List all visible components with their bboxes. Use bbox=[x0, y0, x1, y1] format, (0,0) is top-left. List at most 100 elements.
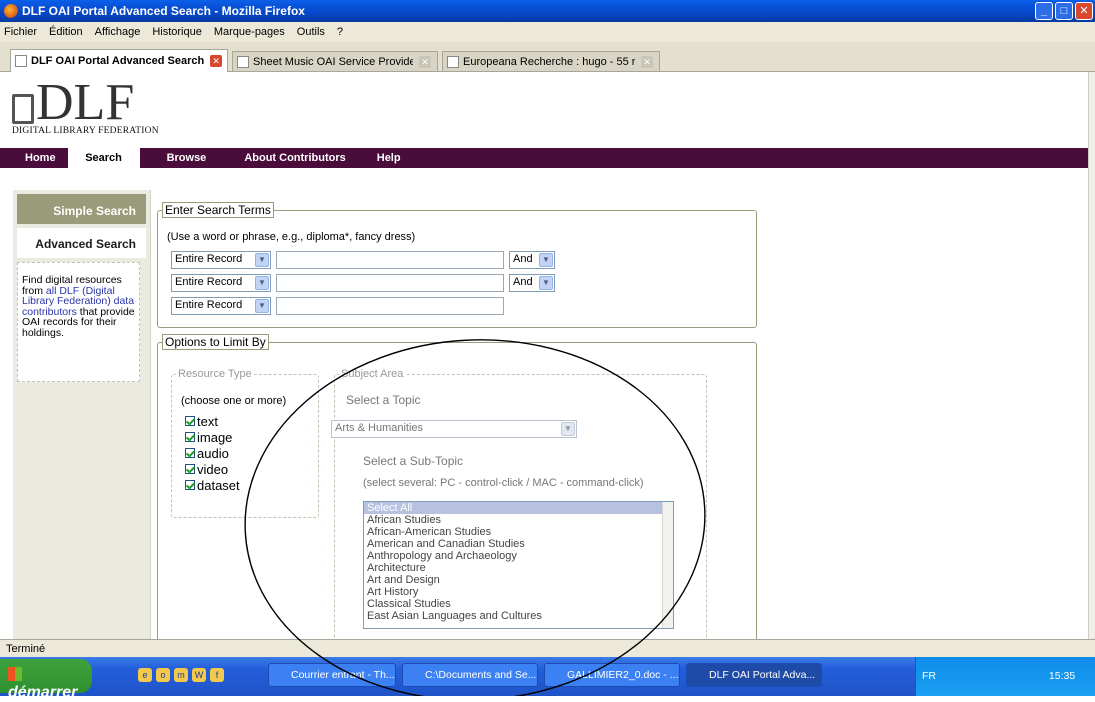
checkbox-icon bbox=[185, 464, 195, 474]
window-title: DLF OAI Portal Advanced Search - Mozilla… bbox=[22, 4, 305, 18]
nav-help[interactable]: Help bbox=[365, 148, 413, 168]
chevron-down-icon: ▼ bbox=[539, 253, 553, 267]
search-input-3[interactable] bbox=[276, 297, 504, 315]
word-icon[interactable]: W bbox=[192, 668, 206, 682]
topic-select[interactable]: Arts & Humanities ▼ bbox=[331, 420, 577, 438]
menu-help[interactable]: ? bbox=[337, 26, 343, 38]
checkbox-label: video bbox=[197, 462, 229, 477]
select-value: Arts & Humanities bbox=[335, 422, 424, 434]
checkbox-text[interactable]: text bbox=[185, 414, 240, 430]
clock: 15:35 bbox=[1048, 670, 1076, 682]
advanced-search-tab[interactable]: Advanced Search bbox=[17, 228, 146, 258]
checkbox-dataset[interactable]: dataset bbox=[185, 478, 240, 494]
ie-icon[interactable]: e bbox=[138, 668, 152, 682]
checkbox-icon bbox=[185, 448, 195, 458]
nav-about-contributors[interactable]: About Contributors bbox=[232, 148, 357, 168]
chevron-down-icon: ▼ bbox=[561, 422, 575, 436]
chevron-down-icon: ▼ bbox=[255, 276, 269, 290]
taskbar-button-mail[interactable]: Courrier entrant - Th... bbox=[268, 663, 396, 687]
page-icon bbox=[237, 55, 249, 68]
field-select-2[interactable]: Entire Record ▼ bbox=[171, 274, 271, 292]
close-tab-icon[interactable]: ✕ bbox=[419, 55, 431, 68]
resource-hint: (choose one or more) bbox=[181, 395, 287, 407]
outlook-icon[interactable]: o bbox=[156, 668, 170, 682]
checkbox-icon bbox=[185, 416, 195, 426]
checkbox-icon bbox=[185, 480, 195, 490]
status-text: Terminé bbox=[6, 643, 46, 655]
logo-subtitle: DIGITAL LIBRARY FEDERATION bbox=[12, 126, 159, 136]
select-value: Entire Record bbox=[175, 299, 243, 311]
search-input-1[interactable] bbox=[276, 251, 504, 269]
taskbar-button-explorer[interactable]: C:\Documents and Se... bbox=[402, 663, 538, 687]
list-item[interactable]: Architecture bbox=[364, 562, 673, 574]
menu-fichier[interactable]: Fichier bbox=[4, 26, 37, 38]
checkbox-video[interactable]: video bbox=[185, 462, 240, 478]
listbox-scrollbar[interactable] bbox=[662, 502, 673, 628]
language-indicator[interactable]: FR bbox=[922, 670, 936, 682]
taskbar-button-firefox[interactable]: DLF OAI Portal Adva... bbox=[686, 663, 822, 687]
list-item[interactable]: Anthropology and Archaeology bbox=[364, 550, 673, 562]
select-value: And bbox=[513, 276, 533, 288]
select-value: And bbox=[513, 253, 533, 265]
close-button[interactable]: ✕ bbox=[1075, 2, 1093, 20]
advanced-search-form: Enter Search Terms (Use a word or phrase… bbox=[150, 190, 768, 639]
menu-marque-pages[interactable]: Marque-pages bbox=[214, 26, 285, 38]
list-item[interactable]: African Studies bbox=[364, 514, 673, 526]
subtopic-label: Select a Sub-Topic bbox=[363, 454, 464, 468]
start-button[interactable]: démarrer bbox=[0, 659, 92, 701]
status-bar: Terminé bbox=[0, 639, 1095, 657]
list-item[interactable]: African-American Studies bbox=[364, 526, 673, 538]
subtopic-listbox[interactable]: Select All African Studies African-Ameri… bbox=[363, 501, 674, 629]
select-value: Entire Record bbox=[175, 276, 243, 288]
menu-affichage[interactable]: Affichage bbox=[95, 26, 141, 38]
nav-browse[interactable]: Browse bbox=[155, 148, 219, 168]
list-item[interactable]: Select All bbox=[364, 502, 673, 514]
menu-outils[interactable]: Outils bbox=[297, 26, 325, 38]
nav-search[interactable]: Search bbox=[67, 148, 140, 168]
menu-historique[interactable]: Historique bbox=[152, 26, 202, 38]
chevron-down-icon: ▼ bbox=[255, 253, 269, 267]
list-item[interactable]: Classical Studies bbox=[364, 598, 673, 610]
taskbar: démarrer e o m W f Courrier entrant - Th… bbox=[0, 657, 1095, 701]
firefox-quick-icon[interactable]: f bbox=[210, 668, 224, 682]
checkbox-image[interactable]: image bbox=[185, 430, 240, 446]
tab-label: Europeana Recherche : hugo - 55 résu... bbox=[463, 55, 635, 68]
list-item[interactable]: East Asian Languages and Cultures bbox=[364, 610, 673, 622]
checkbox-label: text bbox=[197, 414, 218, 429]
select-value: Entire Record bbox=[175, 253, 243, 265]
close-tab-icon[interactable]: ✕ bbox=[210, 55, 223, 67]
field-select-3[interactable]: Entire Record ▼ bbox=[171, 297, 271, 315]
bool-select-1[interactable]: And ▼ bbox=[509, 251, 555, 269]
tab-label: DLF OAI Portal Advanced Search bbox=[31, 55, 205, 67]
menu-edition[interactable]: Édition bbox=[49, 26, 83, 38]
nav-home[interactable]: Home bbox=[13, 148, 68, 168]
search-input-2[interactable] bbox=[276, 274, 504, 292]
chevron-down-icon: ▼ bbox=[539, 276, 553, 290]
list-item[interactable]: American and Canadian Studies bbox=[364, 538, 673, 550]
start-label: démarrer bbox=[8, 684, 78, 701]
tab-dlf-search[interactable]: DLF OAI Portal Advanced Search ✕ bbox=[10, 49, 228, 72]
tab-europeana[interactable]: Europeana Recherche : hugo - 55 résu... … bbox=[442, 51, 660, 71]
field-select-1[interactable]: Entire Record ▼ bbox=[171, 251, 271, 269]
column-logo-icon bbox=[12, 94, 34, 124]
europeana-icon bbox=[447, 55, 459, 68]
dlf-logo[interactable]: DLF DIGITAL LIBRARY FEDERATION bbox=[12, 77, 159, 136]
taskbar-button-word[interactable]: GALLIMIER2_0.doc - ... bbox=[544, 663, 680, 687]
search-hint: (Use a word or phrase, e.g., diploma*, f… bbox=[167, 231, 416, 243]
tab-sheet-music[interactable]: Sheet Music OAI Service Provider - Ad...… bbox=[232, 51, 438, 71]
checkbox-icon bbox=[185, 432, 195, 442]
close-tab-icon[interactable]: ✕ bbox=[641, 55, 653, 68]
maximize-button[interactable]: □ bbox=[1055, 2, 1073, 20]
bool-select-2[interactable]: And ▼ bbox=[509, 274, 555, 292]
media-icon[interactable]: m bbox=[174, 668, 188, 682]
window-titlebar: DLF OAI Portal Advanced Search - Mozilla… bbox=[0, 0, 1095, 22]
subject-area-legend: Subject Area bbox=[339, 368, 406, 380]
minimize-button[interactable]: _ bbox=[1035, 2, 1053, 20]
checkbox-audio[interactable]: audio bbox=[185, 446, 240, 462]
list-item[interactable]: Art History bbox=[364, 586, 673, 598]
simple-search-tab[interactable]: Simple Search bbox=[17, 194, 146, 224]
firefox-icon bbox=[4, 4, 18, 18]
list-item[interactable]: Art and Design bbox=[364, 574, 673, 586]
sidebar-info: Find digital resources from all DLF (Dig… bbox=[17, 262, 140, 382]
page-scrollbar[interactable] bbox=[1088, 72, 1095, 639]
